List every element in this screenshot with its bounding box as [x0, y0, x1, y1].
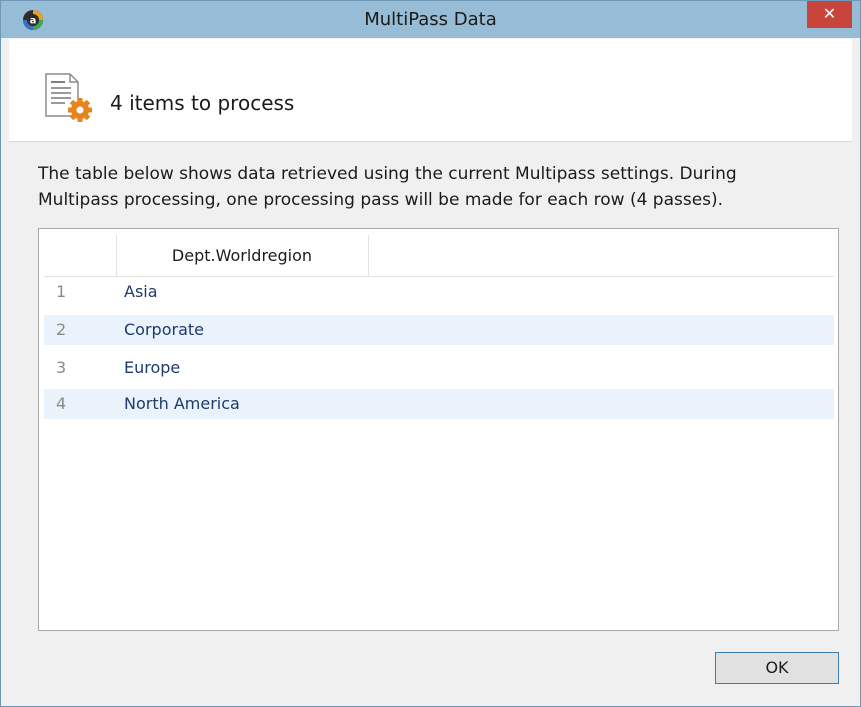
table-header-row: Dept.Worldregion [44, 235, 834, 277]
title-bar[interactable]: a MultiPass Data ✕ [1, 1, 860, 38]
table-row[interactable]: 1 Asia [44, 277, 834, 307]
table-row[interactable]: 2 Corporate [44, 315, 834, 345]
table-row[interactable]: 3 Europe [44, 353, 834, 383]
data-table[interactable]: Dept.Worldregion 1 Asia 2 Corporate 3 Eu… [38, 228, 839, 631]
description-text: The table below shows data retrieved usi… [38, 161, 828, 213]
dialog-header: 4 items to process [9, 39, 852, 142]
row-number: 4 [56, 394, 67, 413]
header-title: 4 items to process [110, 91, 295, 115]
close-icon: ✕ [822, 4, 837, 23]
window-title: MultiPass Data [364, 9, 497, 30]
row-number: 3 [56, 358, 67, 377]
document-gear-icon [45, 73, 92, 122]
description-line: Multipass processing, one processing pas… [38, 190, 724, 210]
column-header-dept-worldregion[interactable]: Dept.Worldregion [116, 235, 368, 276]
row-value: North America [124, 394, 240, 413]
close-button[interactable]: ✕ [807, 1, 852, 28]
row-value: Asia [124, 282, 158, 301]
dialog-window: a MultiPass Data ✕ 4 items to process Th… [0, 0, 861, 707]
row-value: Corporate [124, 320, 204, 339]
column-divider[interactable] [368, 235, 369, 276]
table-row[interactable]: 4 North America [44, 389, 834, 419]
description-line: The table below shows data retrieved usi… [38, 164, 737, 184]
row-number: 1 [56, 282, 67, 301]
row-value: Europe [124, 358, 181, 377]
row-number: 2 [56, 320, 67, 339]
ok-button[interactable]: OK [715, 652, 839, 684]
